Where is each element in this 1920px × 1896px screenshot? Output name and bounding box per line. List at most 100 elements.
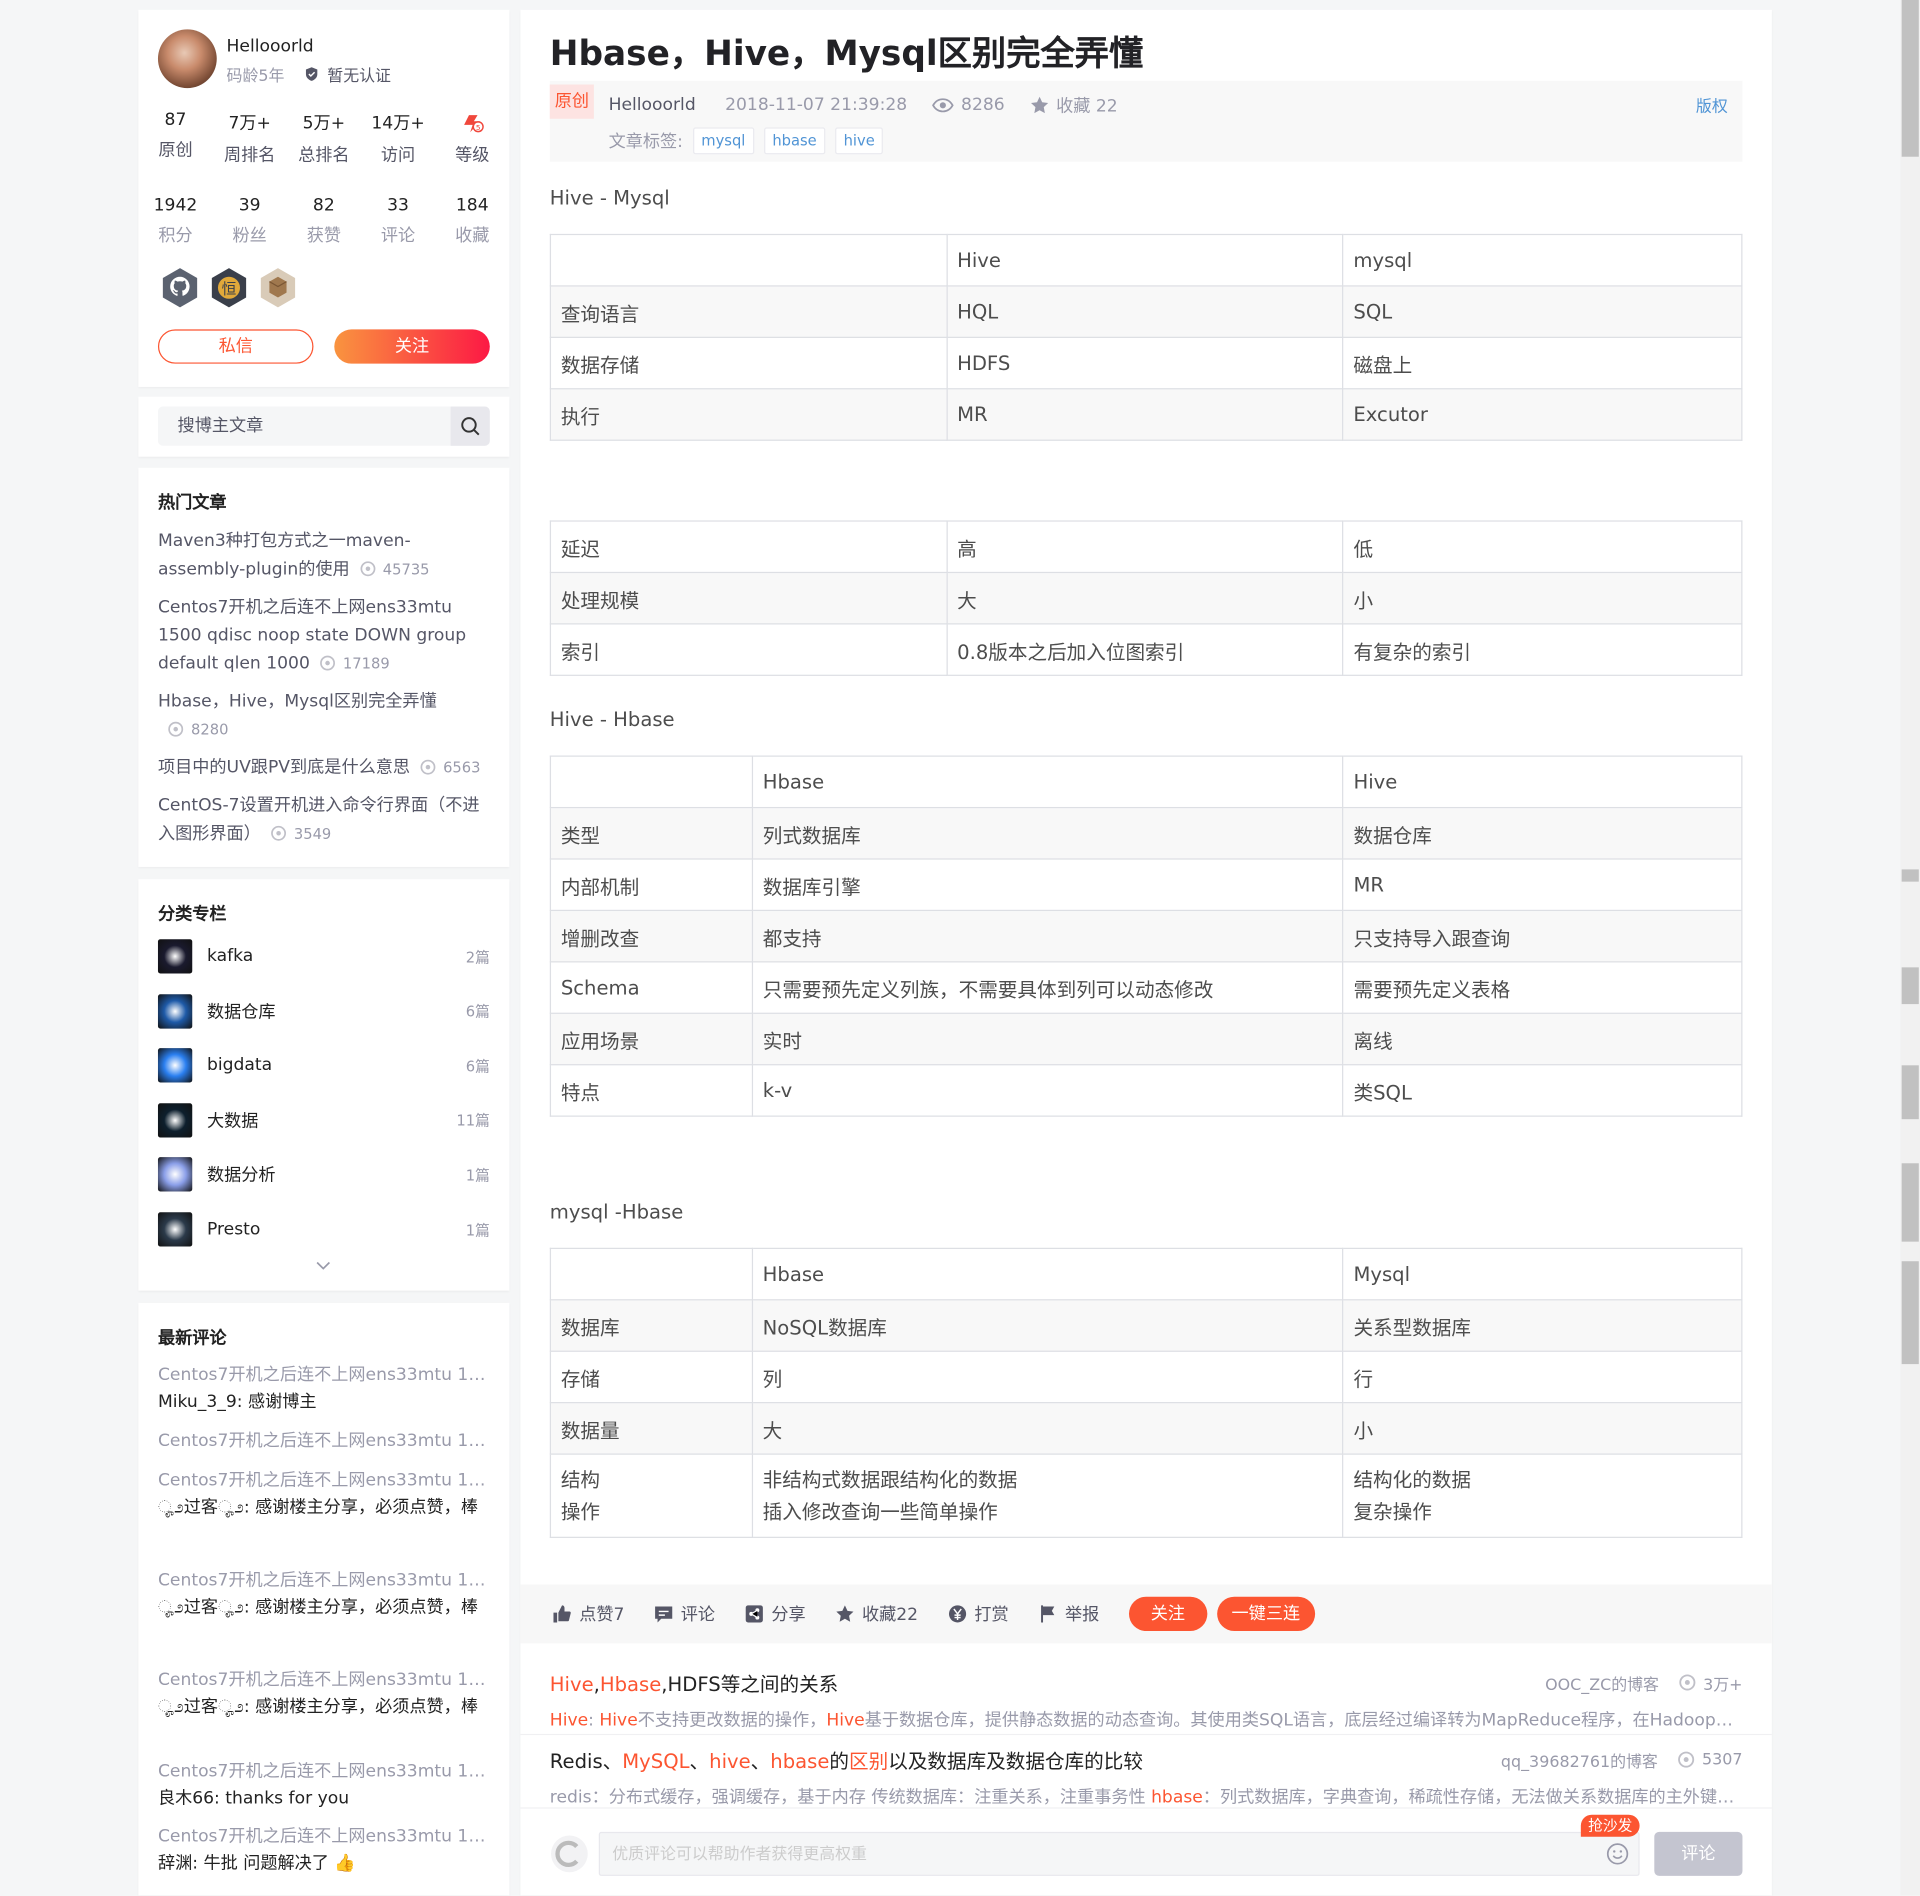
table-row: 特点 k-v 类SQL xyxy=(549,1064,1743,1117)
tag[interactable]: mysql xyxy=(692,127,754,155)
comment-item[interactable]: Centos7开机之后连不上网ens33mtu 150... xyxy=(158,1428,495,1455)
comment-item[interactable]: Centos7开机之后连不上网ens33mtu 150... 良木66: than… xyxy=(158,1758,495,1812)
recommended-blog[interactable]: OOC_ZC的博客 xyxy=(1545,1671,1659,1694)
category-name: Presto xyxy=(206,1219,261,1240)
table-cell: 延迟 xyxy=(549,520,948,574)
table-cell: 数据库引擎 xyxy=(751,858,1344,912)
comment-article[interactable]: Centos7开机之后连不上网ens33mtu 150... xyxy=(158,1467,495,1494)
comment-label: 评论 xyxy=(680,1605,716,1625)
recommended-title[interactable]: Redis、MySQL、hive、hbase的区别以及数据库及数据仓库的比较 xyxy=(550,1745,1143,1774)
table-cell: Hive xyxy=(1342,755,1743,809)
thumbs-up-icon xyxy=(553,1605,571,1623)
tag[interactable]: hive xyxy=(835,127,884,155)
search-button[interactable] xyxy=(450,406,490,446)
stat-item[interactable]: 33 评论 xyxy=(361,196,435,247)
chevron-down-icon[interactable] xyxy=(316,1261,331,1271)
category-item[interactable]: 数据仓库 6篇 xyxy=(157,993,490,1030)
recommended-article[interactable]: Redis、MySQL、hive、hbase的区别以及数据库及数据仓库的比较 qq… xyxy=(550,1745,1743,1809)
hot-article-item[interactable]: 项目中的UV跟PV到底是什么意思 6563 xyxy=(158,754,495,782)
hot-article-item[interactable]: CentOS-7设置开机进入命令行界面（不进入图形界面） 3549 xyxy=(158,792,495,848)
category-item[interactable]: Presto 1篇 xyxy=(157,1211,490,1248)
table-cell: 只支持导入跟查询 xyxy=(1342,909,1743,963)
favorite-button[interactable]: 收藏22 xyxy=(835,1602,918,1626)
coin-icon xyxy=(948,1605,966,1623)
csdn-logo-icon xyxy=(551,1835,588,1873)
article-author[interactable]: Hellooorld xyxy=(609,96,696,116)
stat-item[interactable]: 1942 积分 xyxy=(138,196,212,247)
github-badge-icon[interactable] xyxy=(160,267,199,309)
category-item[interactable]: 大数据 11篇 xyxy=(157,1102,490,1139)
comment-article[interactable]: Centos7开机之后连不上网ens33mtu 150... xyxy=(158,1567,495,1594)
comment-text: Miku_3_9: 感谢博主 xyxy=(157,1392,317,1412)
search-input[interactable] xyxy=(177,406,447,446)
recommended-desc: redis：分布式缓存，强调缓存，基于内存 传统数据库：注重关系，注重事务性 h… xyxy=(549,1787,1743,1808)
table-cell: 0.8版本之后加入位图索引 xyxy=(946,623,1344,676)
emoji-icon[interactable] xyxy=(1606,1843,1629,1865)
favorite-info[interactable]: 收藏 22 xyxy=(1029,93,1118,117)
tags-label: 文章标签: xyxy=(608,132,683,152)
comment-article[interactable]: Centos7开机之后连不上网ens33mtu 150... xyxy=(158,1667,495,1694)
comment-item[interactable]: Centos7开机之后连不上网ens33mtu 150... Miku_3_9: … xyxy=(158,1362,495,1416)
follow-button[interactable]: 关注 xyxy=(334,329,490,364)
like-button[interactable]: 点赞7 xyxy=(552,1602,624,1626)
table-cell: 需要预先定义表格 xyxy=(1342,961,1743,1014)
scrollbar-thumb[interactable] xyxy=(1901,0,1919,157)
comment-input[interactable] xyxy=(612,1833,1568,1875)
comment-article[interactable]: Centos7开机之后连不上网ens33mtu 150... xyxy=(158,1428,495,1455)
category-item[interactable]: 数据分析 1篇 xyxy=(157,1156,490,1193)
share-button[interactable]: 分享 xyxy=(744,1602,806,1626)
hot-article-count: 3549 xyxy=(293,825,332,843)
persistence-badge-icon[interactable]: 恒 xyxy=(209,267,248,309)
category-item[interactable]: kafka 2篇 xyxy=(157,938,490,975)
original-badge: 原创 xyxy=(549,84,594,119)
toolbar-follow-button[interactable]: 关注 xyxy=(1128,1596,1208,1632)
stat-item[interactable]: 82 获赞 xyxy=(287,196,361,247)
author-name[interactable]: Hellooorld xyxy=(227,37,314,57)
stat-item[interactable]: 7万+ 周排名 xyxy=(213,110,287,166)
box-badge-icon[interactable] xyxy=(258,267,297,309)
comment-article[interactable]: Centos7开机之后连不上网ens33mtu 150... xyxy=(158,1362,495,1389)
stat-item[interactable]: 39 粉丝 xyxy=(213,196,287,247)
hot-article-item[interactable]: Maven3种打包方式之一maven-assembly-plugin的使用 457… xyxy=(158,528,495,584)
comment-text: 良木66: thanks for you xyxy=(157,1788,350,1809)
stat-item[interactable]: 87 原创 xyxy=(138,110,212,166)
comment-article[interactable]: Centos7开机之后连不上网ens33mtu 150... xyxy=(158,1758,495,1785)
stat-item[interactable]: 5万+ 总排名 xyxy=(287,110,361,166)
table-cell: 索引 xyxy=(549,623,948,676)
submit-comment-button[interactable]: 评论 xyxy=(1654,1831,1743,1876)
hot-article-item[interactable]: Centos7开机之后连不上网ens33mtu 1500 qdisc noop … xyxy=(158,594,495,678)
category-item[interactable]: bigdata 6篇 xyxy=(157,1047,490,1084)
comment-button[interactable]: 评论 xyxy=(654,1602,715,1626)
comment-text: ೄ೨过客ೄ೨: 感谢楼主分享，必须点赞，棒 xyxy=(157,1497,478,1518)
table-cell: 大 xyxy=(946,571,1344,625)
scrollbar[interactable] xyxy=(1900,0,1920,1896)
private-message-button[interactable]: 私信 xyxy=(157,329,314,364)
report-button[interactable]: 举报 xyxy=(1038,1602,1099,1626)
hot-article-item[interactable]: Hbase，Hive，Mysql区别完全弄懂 8280 xyxy=(158,688,495,744)
stat-item[interactable]: 14万+ 访问 xyxy=(361,110,435,166)
table-row: 处理规模大小 xyxy=(549,571,1743,625)
copyright-link[interactable]: 版权 xyxy=(1696,93,1728,116)
hot-article-count: 8280 xyxy=(191,721,229,739)
recommended-article[interactable]: Hive,Hbase,HDFS等之间的关系 OOC_ZC的博客 3万+ Hive: H… xyxy=(550,1668,1743,1732)
category-thumb xyxy=(157,1157,193,1192)
recommended-blog[interactable]: qq_39682761的博客 xyxy=(1501,1748,1658,1771)
comment-item[interactable]: Centos7开机之后连不上网ens33mtu 150... 辞渊: 牛批 问题解… xyxy=(158,1823,495,1877)
stat-value: 82 xyxy=(312,195,335,216)
comment-article[interactable]: Centos7开机之后连不上网ens33mtu 150... xyxy=(158,1823,495,1850)
mysql-hbase-table: Hbase Mysql 数据库 NoSQL数据库 关系型数据库 存储列行数据量大小结构 操作… xyxy=(549,1247,1743,1538)
recommended-title[interactable]: Hive,Hbase,HDFS等之间的关系 xyxy=(550,1668,838,1697)
comment-item[interactable]: Centos7开机之后连不上网ens33mtu 150...ೄ೨过客ೄ೨: 感谢… xyxy=(158,1467,495,1521)
tag[interactable]: hbase xyxy=(763,127,826,155)
comment-item[interactable]: Centos7开机之后连不上网ens33mtu 150...ೄ೨过客ೄ೨: 感谢… xyxy=(158,1667,495,1721)
stat-value: 184 xyxy=(455,195,489,216)
reward-button[interactable]: 打赏 xyxy=(947,1602,1009,1626)
stat-item[interactable]: 184 收藏 xyxy=(435,196,509,247)
triple-action-button[interactable]: 一键三连 xyxy=(1216,1596,1315,1632)
comment-item[interactable]: Centos7开机之后连不上网ens33mtu 150...ೄ೨过客ೄ೨: 感谢… xyxy=(158,1567,495,1621)
stat-item[interactable]: 5 等级 xyxy=(435,110,509,166)
table-cell: Hive xyxy=(946,233,1344,287)
comment-text: ೄ೨过客ೄ೨: 感谢楼主分享，必须点赞，棒 xyxy=(157,1597,478,1618)
reward-label: 打赏 xyxy=(974,1605,1009,1625)
avatar[interactable] xyxy=(157,29,217,89)
